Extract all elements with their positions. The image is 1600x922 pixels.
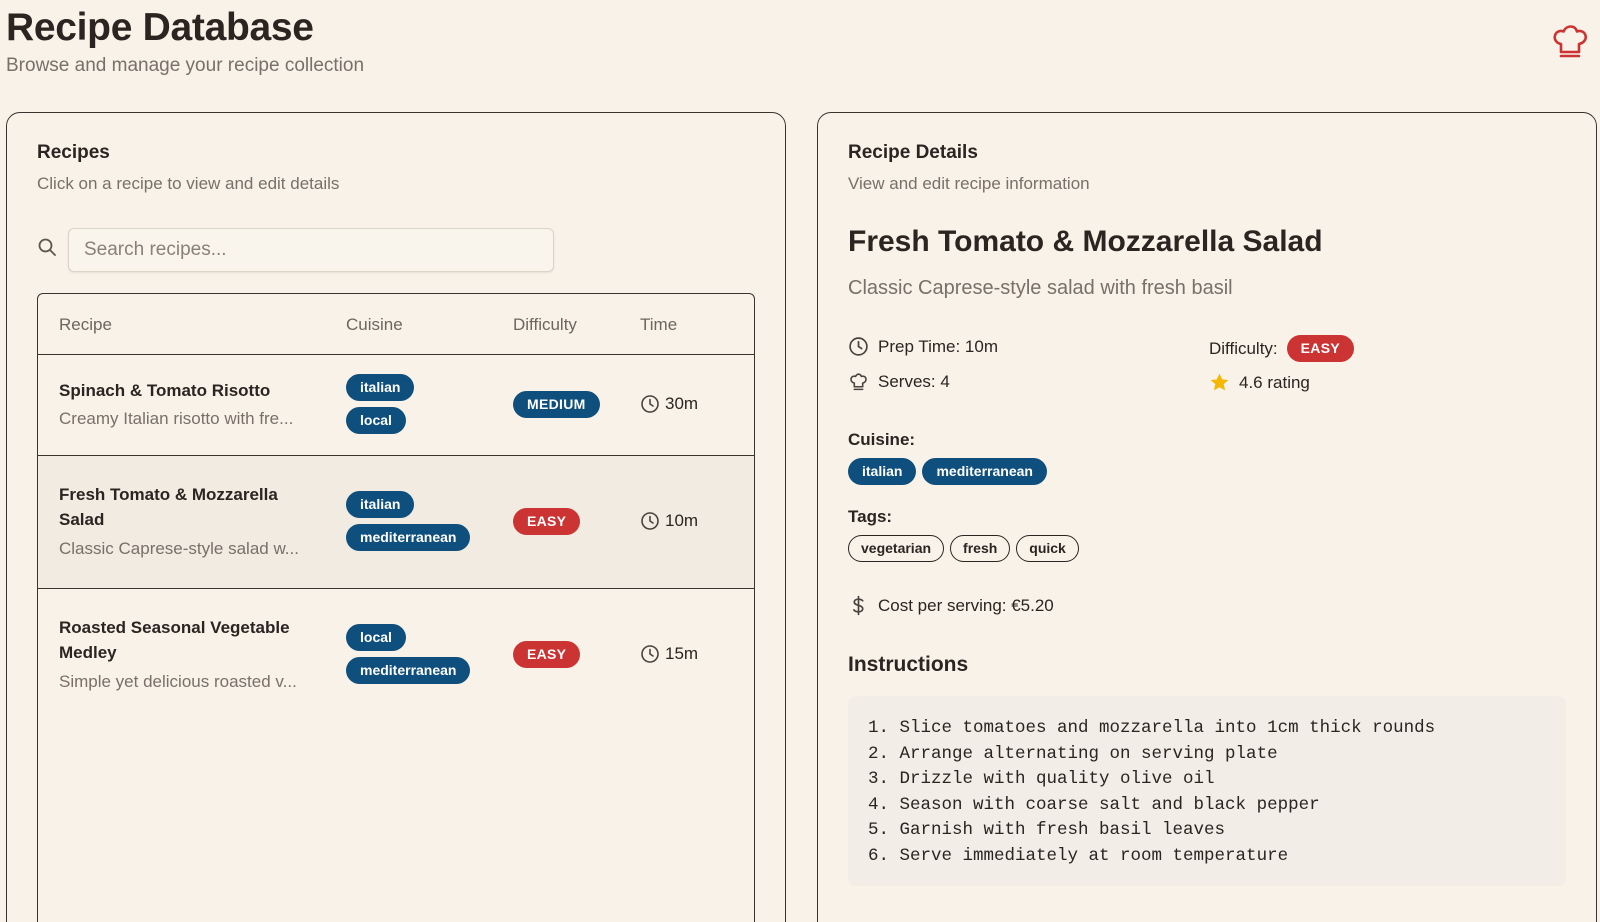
recipe-name: Spinach & Tomato Risotto: [59, 381, 271, 400]
chef-hat-icon[interactable]: [1550, 22, 1590, 62]
column-header-cuisine[interactable]: Cuisine: [346, 315, 403, 335]
cuisine-pill: local: [346, 624, 406, 651]
recipe-description: Classic Caprese-style salad w...: [59, 539, 299, 558]
cuisine-pills: italian mediterranean: [848, 458, 1047, 485]
recipe-name: Fresh Tomato & Mozzarella Salad: [59, 485, 278, 529]
cost-per-serving: Cost per serving: €5.20: [848, 595, 1054, 616]
difficulty: Difficulty: EASY: [1209, 335, 1354, 362]
column-header-time[interactable]: Time: [640, 315, 677, 335]
search-input[interactable]: [68, 228, 554, 272]
table-row[interactable]: Roasted Seasonal Vegetable Medley Simple…: [38, 589, 754, 722]
instruction-step: 4. Season with coarse salt and black pep…: [868, 794, 1320, 815]
tag-pills: vegetarian fresh quick: [848, 535, 1079, 562]
cuisine-pill: italian: [346, 374, 415, 401]
cuisine-tags: italian mediterranean: [346, 491, 471, 551]
cuisine-pill: italian: [346, 491, 415, 518]
recipes-panel: Recipes Click on a recipe to view and ed…: [6, 112, 786, 922]
tag-pill[interactable]: quick: [1016, 535, 1079, 562]
recipe-time-value: 10m: [665, 511, 699, 530]
clock-icon: [641, 645, 659, 663]
instruction-step: 1. Slice tomatoes and mozzarella into 1c…: [868, 718, 1436, 738]
table-row[interactable]: Spinach & Tomato Risotto Creamy Italian …: [38, 355, 754, 456]
details-panel: Recipe Details View and edit recipe info…: [817, 112, 1597, 922]
clock-icon: [641, 395, 659, 413]
cuisine-pill: local: [346, 407, 406, 434]
dollar-icon: [853, 595, 864, 616]
instructions-title: Instructions: [848, 653, 969, 676]
clock-icon: [641, 512, 659, 530]
table-row[interactable]: Fresh Tomato & Mozzarella Salad Classic …: [38, 456, 754, 589]
rating: 4.6 rating: [1209, 372, 1310, 393]
prep-time: Prep Time: 10m: [848, 336, 998, 357]
tag-pill[interactable]: fresh: [950, 535, 1011, 562]
search-icon: [38, 238, 56, 256]
table-header: Recipe Cuisine Difficulty Time: [38, 294, 754, 355]
instructions-box[interactable]: 1. Slice tomatoes and mozzarella into 1c…: [848, 696, 1566, 886]
difficulty-badge: EASY: [513, 508, 581, 535]
recipe-time-value: 15m: [665, 644, 699, 663]
serves-text: Serves: 4: [878, 371, 950, 391]
recipe-description: Creamy Italian risotto with fre...: [59, 409, 294, 428]
app-header: Recipe Database Browse and manage your r…: [6, 4, 364, 77]
recipe-title[interactable]: Fresh Tomato & Mozzarella Salad: [848, 225, 1323, 259]
difficulty-badge: EASY: [513, 641, 581, 668]
recipe-time: 15m: [640, 644, 698, 664]
serves: Serves: 4: [848, 371, 950, 392]
instruction-step: 5. Garnish with fresh basil leaves: [868, 820, 1226, 840]
difficulty-badge: MEDIUM: [513, 391, 600, 418]
recipe-time: 30m: [640, 394, 698, 414]
cuisine-pill: mediterranean: [346, 524, 471, 551]
tags-label: Tags:: [848, 507, 893, 526]
instruction-step: 2. Arrange alternating on serving plate: [868, 743, 1278, 764]
clock-icon: [849, 337, 868, 356]
instructions-list: 1. Slice tomatoes and mozzarella into 1c…: [868, 716, 1546, 869]
star-icon: [1210, 373, 1229, 391]
instruction-step: 6. Serve immediately at room temperature: [868, 845, 1289, 866]
tag-pill[interactable]: vegetarian: [848, 535, 945, 562]
prep-time-text: Prep Time: 10m: [878, 336, 998, 356]
cuisine-pill: mediterranean: [346, 657, 471, 684]
recipe-time: 10m: [640, 511, 698, 531]
column-header-recipe[interactable]: Recipe: [59, 315, 112, 335]
recipes-table: Recipe Cuisine Difficulty Time Spinach &…: [37, 293, 755, 922]
app-subtitle: Browse and manage your recipe collection: [6, 55, 365, 76]
cost-text: Cost per serving: €5.20: [878, 595, 1054, 615]
details-panel-title: Recipe Details: [848, 142, 978, 163]
cuisine-label: Cuisine:: [848, 430, 916, 449]
difficulty-label: Difficulty:: [1209, 338, 1278, 358]
cuisine-tags: local mediterranean: [346, 624, 471, 684]
rating-text: 4.6 rating: [1239, 372, 1310, 392]
recipe-description[interactable]: Classic Caprese-style salad with fresh b…: [848, 277, 1233, 300]
column-header-difficulty[interactable]: Difficulty: [513, 315, 577, 335]
app-title: Recipe Database: [6, 6, 314, 49]
cuisine-pill[interactable]: mediterranean: [922, 458, 1047, 485]
cuisine-pill[interactable]: italian: [848, 458, 917, 485]
difficulty-badge[interactable]: EASY: [1286, 335, 1354, 362]
details-panel-subtitle: View and edit recipe information: [848, 174, 1090, 193]
cuisine-tags: italian local: [346, 374, 415, 434]
chef-hat-icon: [850, 373, 867, 391]
recipes-panel-subtitle: Click on a recipe to view and edit detai…: [37, 174, 340, 193]
recipes-panel-title: Recipes: [37, 142, 110, 163]
recipe-time-value: 30m: [665, 394, 699, 413]
recipe-description: Simple yet delicious roasted v...: [59, 672, 297, 691]
recipe-name: Roasted Seasonal Vegetable Medley: [59, 618, 290, 662]
instruction-step: 3. Drizzle with quality olive oil: [868, 769, 1215, 789]
